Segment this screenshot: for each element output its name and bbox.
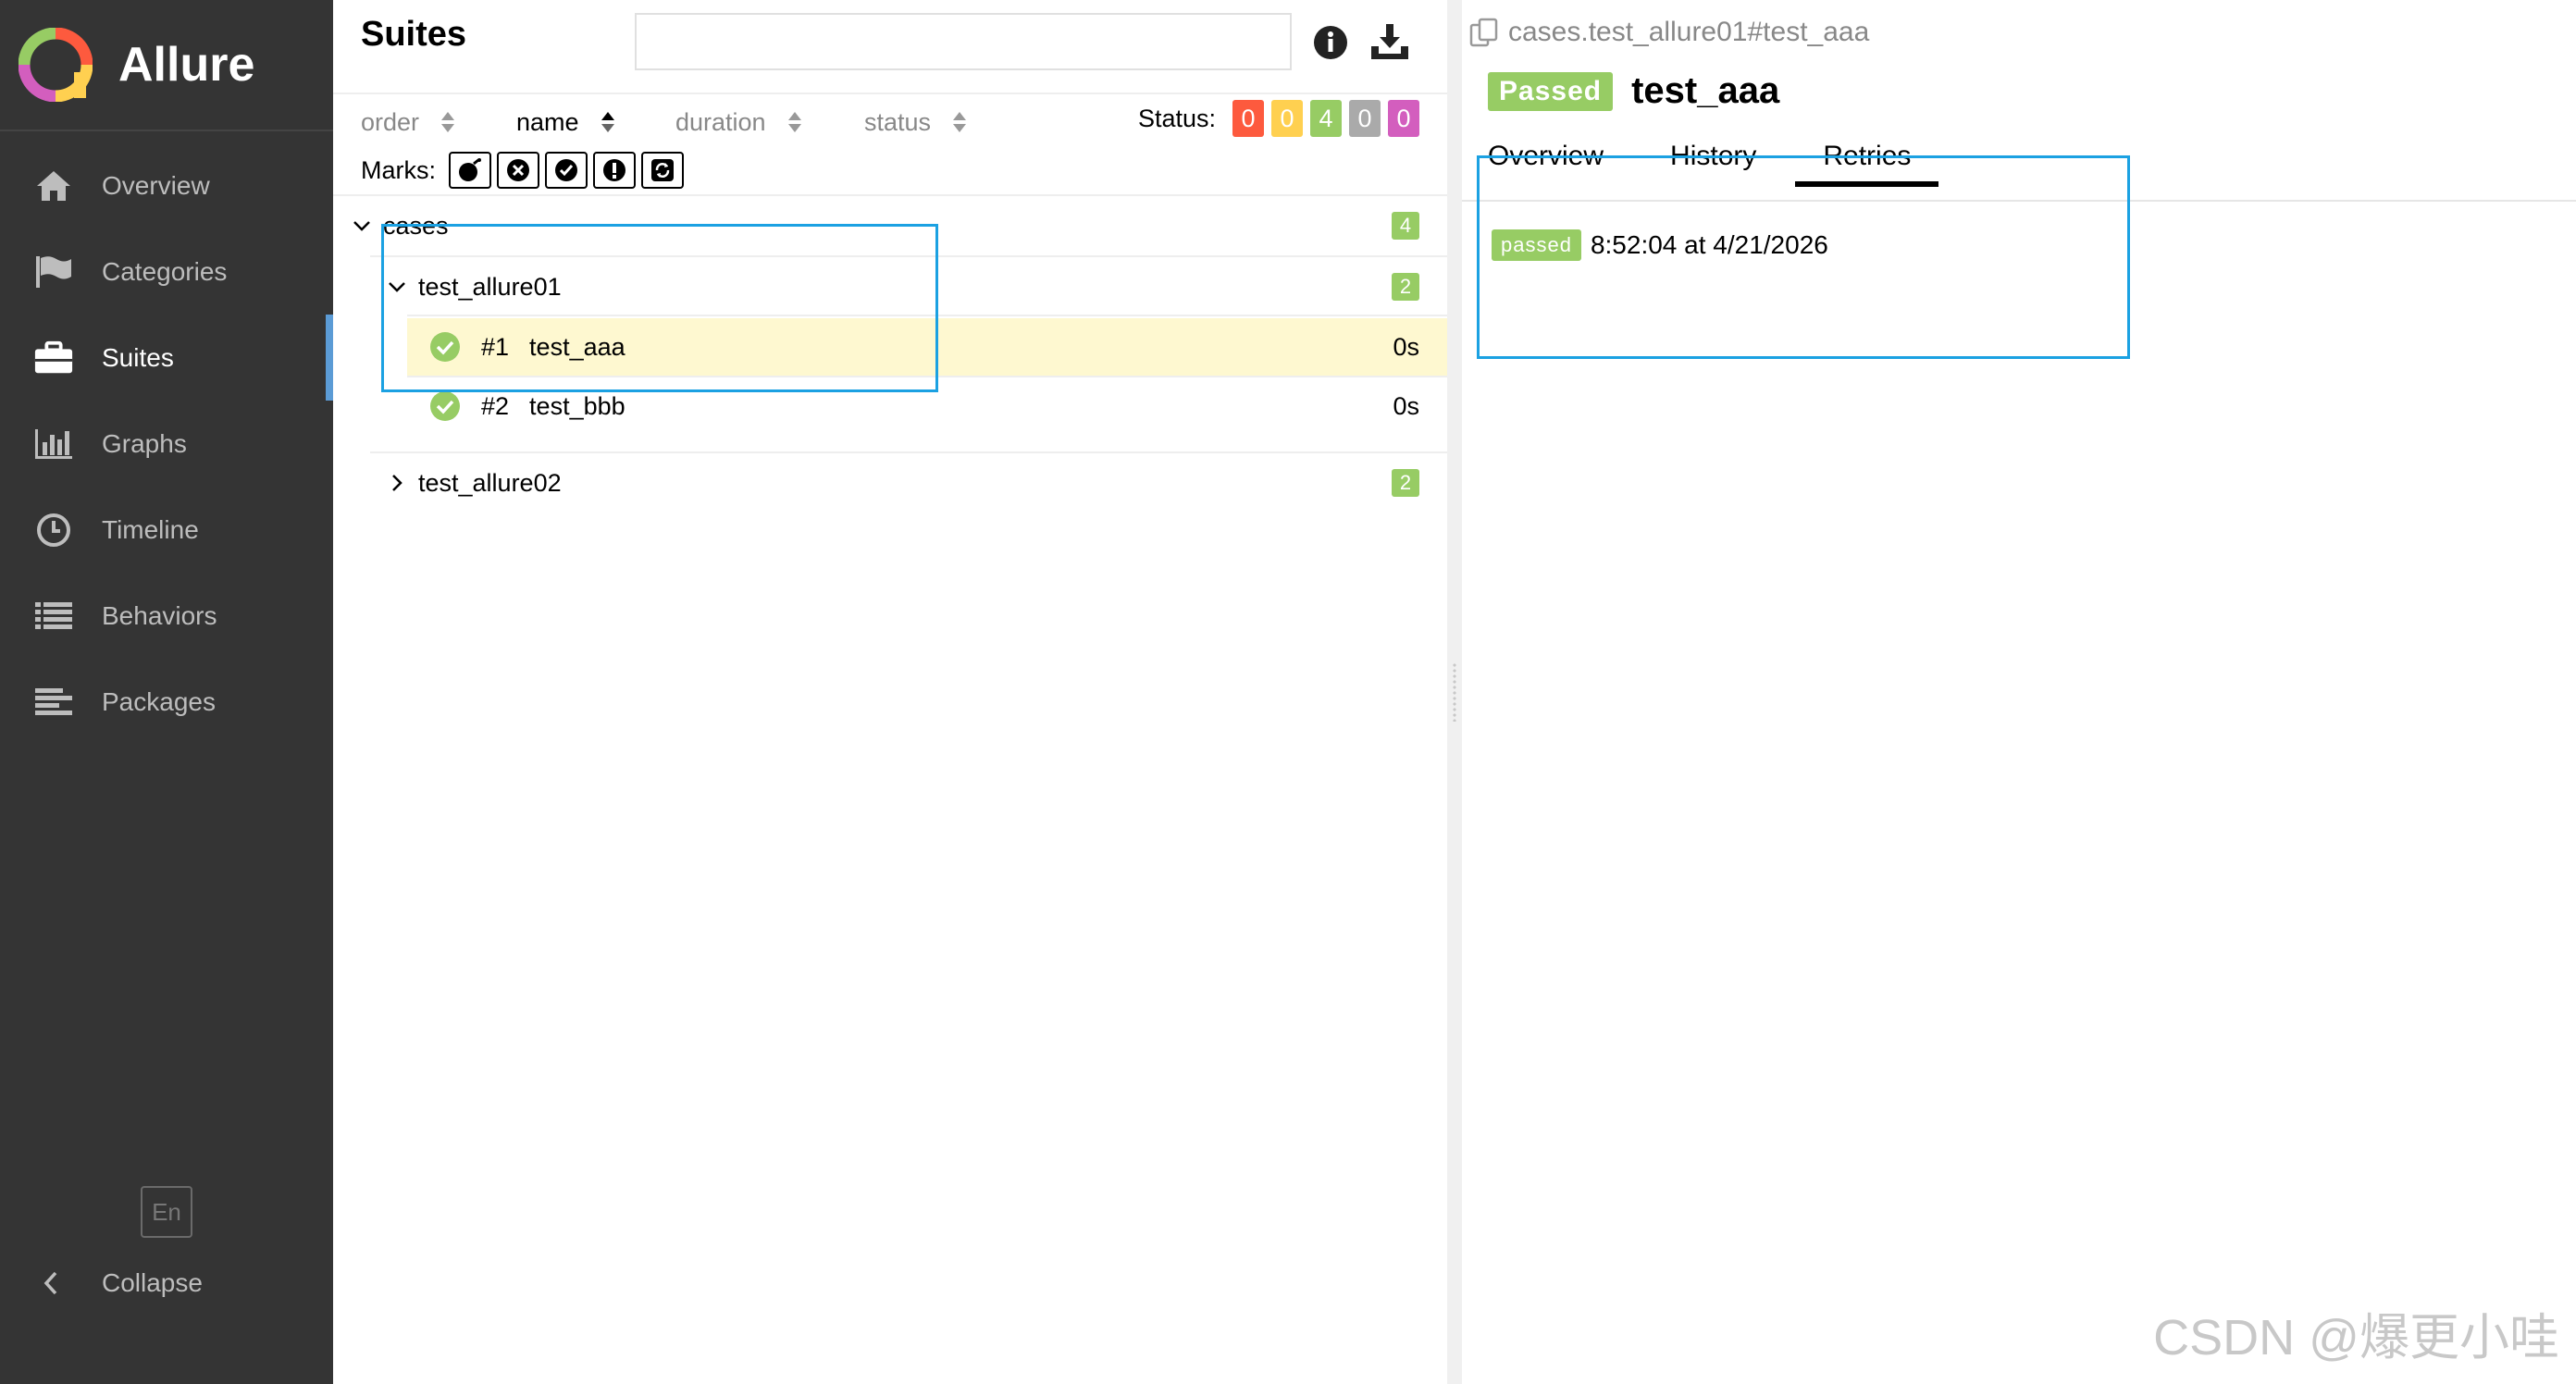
sidebar-item-label: Overview [102,170,210,200]
copy-icon[interactable] [1469,17,1499,48]
status-skipped-toggle[interactable]: 0 [1349,100,1381,137]
status-passed-toggle[interactable]: 4 [1310,100,1342,137]
chevron-left-icon [43,1271,57,1295]
status-failed-toggle[interactable]: 0 [1232,100,1264,137]
test-case-duration: 0s [1393,391,1419,420]
count-badge: 2 [1392,469,1419,497]
times-circle-icon [507,159,529,181]
tree-node-label: test_allure02 [418,468,562,497]
divider [333,93,1447,94]
test-case-number: #2 [481,391,510,420]
language-button[interactable]: En [141,1186,192,1238]
status-unknown-toggle[interactable]: 0 [1388,100,1419,137]
test-result-header: Passed test_aaa [1488,70,1779,112]
bomb-icon [459,158,481,181]
sort-by-order[interactable]: order [361,108,516,137]
sort-label: duration [675,107,766,136]
sort-label: status [864,107,932,136]
sidebar-item-label: Categories [102,256,228,286]
sidebar-item-label: Packages [102,686,216,716]
splitter-grip[interactable] [1452,662,1457,722]
sidebar-item-label: Timeline [102,514,199,544]
sort-label: order [361,107,420,136]
divider [370,451,1447,453]
sort-arrows-icon [953,112,967,132]
allure-logo-icon [19,28,93,102]
flag-icon [33,252,74,292]
marks-filter: Marks: [361,152,684,189]
search-input[interactable] [635,13,1292,70]
marks-label: Marks: [361,155,436,184]
sort-by-name[interactable]: name [516,108,675,137]
sort-by-duration[interactable]: duration [675,108,864,137]
clock-icon [33,510,74,550]
sidebar-item-label: Graphs [102,428,187,458]
sort-arrows-icon [441,112,455,132]
tree-node-test-allure02[interactable]: test_allure02 2 [387,455,1447,511]
list-icon [33,596,74,636]
sidebar-item-timeline[interactable]: Timeline [0,487,333,573]
sort-arrows-icon [787,112,801,132]
check-circle-icon [555,159,577,181]
download-icon[interactable] [1369,22,1410,61]
sort-label: name [516,107,579,136]
status-badge: Passed [1488,71,1614,111]
exclamation-circle-icon [603,159,625,181]
sidebar-item-categories[interactable]: Categories [0,229,333,315]
mark-new-broken-toggle[interactable] [593,152,636,189]
sort-by-status[interactable]: status [864,108,968,137]
page-title: Suites [361,15,467,54]
test-case-duration: 0s [1393,332,1419,361]
sidebar-item-packages[interactable]: Packages [0,659,333,745]
count-badge: 4 [1392,212,1419,240]
mark-flaky-toggle[interactable] [449,152,491,189]
test-title: test_aaa [1631,70,1780,111]
chevron-down-icon [353,221,370,231]
brand-name: Allure [118,38,255,92]
home-icon [33,166,74,206]
annotation-highlight-box [381,224,938,392]
divider [333,194,1447,196]
sidebar-item-behaviors[interactable]: Behaviors [0,573,333,659]
sort-arrows-icon [601,112,614,132]
status-broken-toggle[interactable]: 0 [1271,100,1303,137]
refresh-icon [651,159,674,181]
info-icon[interactable] [1312,24,1349,61]
passed-check-icon [430,391,460,421]
annotation-highlight-box [1477,155,2130,359]
brand[interactable]: Allure [0,0,333,131]
sort-controls: order name duration status [361,104,968,141]
sidebar-item-overview[interactable]: Overview [0,142,333,229]
align-left-icon [33,682,74,723]
sidebar-item-label: Suites [102,342,174,372]
briefcase-icon [33,338,74,378]
test-case-name: test_bbb [529,391,625,420]
count-badge: 2 [1392,273,1419,301]
collapse-label: Collapse [102,1268,203,1297]
mark-retries-toggle[interactable] [641,152,684,189]
sidebar-nav: Overview Categories Suites Graphs Timeli… [0,142,333,745]
test-detail-pane: cases.test_allure01#test_aaa Passed test… [1462,0,2576,1384]
sidebar-item-graphs[interactable]: Graphs [0,401,333,487]
breadcrumb[interactable]: cases.test_allure01#test_aaa [1469,17,1869,48]
breadcrumb-text: cases.test_allure01#test_aaa [1508,17,1870,47]
pane-splitter[interactable] [1447,0,1462,1384]
mark-new-passed-toggle[interactable] [545,152,588,189]
sidebar-item-suites[interactable]: Suites [0,315,333,401]
suites-pane: Suites order name duration status Status… [333,0,1447,1384]
mark-new-failed-toggle[interactable] [497,152,539,189]
sidebar: Allure Overview Categories Suites Graphs [0,0,333,1384]
status-filter-label: Status: [1137,104,1216,132]
watermark: CSDN @爆更小哇 [2153,1310,2559,1365]
sidebar-item-label: Behaviors [102,600,217,630]
chevron-right-icon [392,475,402,491]
status-filter: Status: 0 0 4 0 0 [1138,100,1419,137]
collapse-button[interactable]: Collapse [37,1260,203,1306]
bar-chart-icon [33,424,74,464]
